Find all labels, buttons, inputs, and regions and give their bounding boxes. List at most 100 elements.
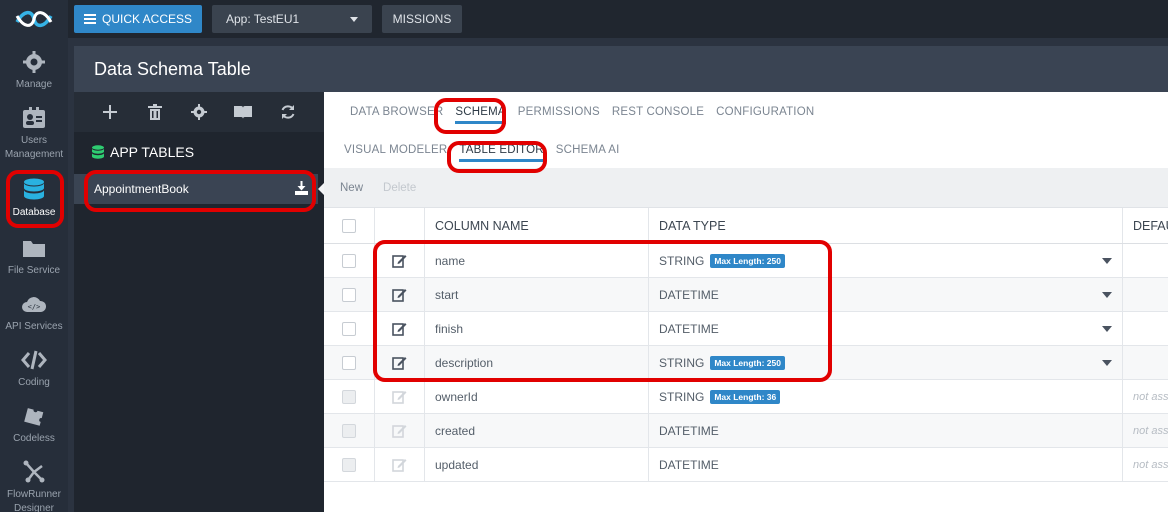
api-cloud-icon: </> — [21, 292, 47, 316]
row-checkbox[interactable] — [342, 321, 356, 336]
rail-item-manage[interactable]: Manage — [0, 50, 68, 92]
column-name-cell: name — [425, 244, 649, 277]
edit-icon[interactable] — [392, 321, 407, 336]
rail-item-database[interactable]: Database — [0, 178, 68, 220]
trash-icon[interactable] — [145, 102, 165, 122]
rail-item-coding[interactable]: Coding — [0, 348, 68, 390]
tables-toolbar — [74, 92, 324, 132]
missions-button[interactable]: MISSIONS — [382, 5, 462, 33]
row-edit-cell — [375, 380, 425, 413]
data-type-cell[interactable]: DATETIME — [649, 312, 1123, 345]
max-length-badge: Max Length: 36 — [710, 389, 781, 404]
data-type-value: STRING — [659, 253, 705, 268]
data-type-value: DATETIME — [659, 423, 719, 438]
row-edit-cell — [375, 312, 425, 345]
rail-item-codeless[interactable]: Codeless — [0, 404, 68, 446]
table-row: finish DATETIME — [324, 312, 1168, 346]
action-bar: New Delete — [324, 168, 1168, 208]
data-type-value: DATETIME — [659, 457, 719, 472]
column-name-cell: updated — [425, 448, 649, 481]
app-tables-heading: APP TABLES — [92, 144, 194, 160]
row-checkbox[interactable] — [342, 287, 356, 302]
subtab-schema-ai[interactable]: SCHEMA AI — [550, 132, 626, 168]
quick-access-button[interactable]: QUICK ACCESS — [74, 5, 202, 33]
app-selector[interactable]: App: TestEU1 — [212, 5, 372, 33]
rail-item-api-services[interactable]: </> API Services — [0, 292, 68, 334]
rail-item-file-service[interactable]: File Service — [0, 236, 68, 278]
codeless-icon — [21, 404, 47, 428]
table-header-row: COLUMN NAME DATA TYPE DEFAU — [324, 208, 1168, 244]
row-checkbox — [342, 457, 356, 472]
table-row: start DATETIME — [324, 278, 1168, 312]
database-icon — [21, 178, 47, 202]
refresh-icon[interactable] — [278, 102, 298, 122]
data-type-cell[interactable]: STRING Max Length: 250 — [649, 346, 1123, 379]
column-name-header[interactable]: COLUMN NAME — [425, 208, 649, 243]
data-type-cell[interactable]: DATETIME — [649, 278, 1123, 311]
row-edit-cell — [375, 278, 425, 311]
column-name-cell: created — [425, 414, 649, 447]
subtab-table-editor[interactable]: TABLE EDITOR — [453, 132, 549, 168]
row-checkbox[interactable] — [342, 355, 356, 370]
app-logo[interactable] — [0, 0, 68, 38]
expand-caret-icon[interactable] — [1102, 292, 1112, 298]
data-type-cell: DATETIME — [649, 414, 1123, 447]
data-type-cell[interactable]: STRING Max Length: 250 — [649, 244, 1123, 277]
default-cell: not ass — [1133, 458, 1168, 471]
edit-icon[interactable] — [392, 253, 407, 268]
data-type-cell: STRING Max Length: 36 — [649, 380, 1123, 413]
logo-icon — [15, 10, 53, 28]
hamburger-icon — [83, 14, 96, 24]
rail-label: Coding — [18, 377, 50, 388]
new-button[interactable]: New — [340, 182, 363, 194]
tab-schema[interactable]: SCHEMA — [449, 92, 511, 132]
plus-icon[interactable] — [100, 102, 120, 122]
expand-caret-icon[interactable] — [1102, 360, 1112, 366]
tab-data-browser[interactable]: DATA BROWSER — [344, 92, 449, 132]
edit-icon — [392, 459, 407, 472]
expand-caret-icon[interactable] — [1102, 258, 1112, 264]
row-edit-cell — [375, 448, 425, 481]
delete-button[interactable]: Delete — [383, 182, 416, 194]
app-selector-value: App: TestEU1 — [226, 12, 300, 26]
default-header[interactable]: DEFAU — [1123, 208, 1168, 243]
table-item-appointmentbook[interactable]: AppointmentBook — [74, 174, 318, 204]
download-icon[interactable] — [295, 181, 308, 198]
tab-configuration[interactable]: CONFIGURATION — [710, 92, 820, 132]
row-checkbox[interactable] — [342, 253, 356, 268]
rail-item-users[interactable]: Users Management — [0, 106, 68, 162]
tab-rest-console[interactable]: REST CONSOLE — [606, 92, 710, 132]
edit-icon[interactable] — [392, 355, 407, 370]
rail-item-flowrunner[interactable]: FlowRunner Designer — [0, 460, 68, 512]
edit-header-cell — [375, 208, 425, 243]
default-cell: not ass — [1133, 424, 1168, 437]
database-icon — [92, 145, 104, 159]
row-checkbox-cell — [324, 244, 375, 277]
row-checkbox-cell — [324, 380, 375, 413]
book-icon[interactable] — [233, 102, 253, 122]
schema-subtabs: VISUAL MODELER TABLE EDITOR SCHEMA AI — [324, 132, 1168, 168]
select-all-checkbox[interactable] — [342, 218, 356, 233]
content-area: DATA BROWSER SCHEMA PERMISSIONS REST CON… — [324, 92, 1168, 512]
edit-icon[interactable] — [392, 287, 407, 302]
row-edit-cell — [375, 346, 425, 379]
expand-caret-icon[interactable] — [1102, 326, 1112, 332]
table-row: updated DATETIME not ass — [324, 448, 1168, 482]
row-checkbox-cell — [324, 414, 375, 447]
top-bar: QUICK ACCESS App: TestEU1 MISSIONS — [68, 0, 1168, 38]
gear-icon — [21, 50, 47, 74]
table-row: created DATETIME not ass — [324, 414, 1168, 448]
subtab-visual-modeler[interactable]: VISUAL MODELER — [338, 132, 453, 168]
data-type-value: STRING — [659, 355, 705, 370]
rail-label: FlowRunner Designer — [7, 489, 61, 512]
row-checkbox — [342, 389, 356, 404]
tab-permissions[interactable]: PERMISSIONS — [512, 92, 606, 132]
column-name-cell: finish — [425, 312, 649, 345]
edit-icon — [392, 425, 407, 438]
data-type-value: DATETIME — [659, 287, 719, 302]
gear-icon[interactable] — [189, 102, 209, 122]
rail-label: API Services — [5, 321, 63, 332]
column-name-cell: start — [425, 278, 649, 311]
data-type-header[interactable]: DATA TYPE — [649, 208, 1123, 243]
default-cell: not ass — [1133, 390, 1168, 403]
